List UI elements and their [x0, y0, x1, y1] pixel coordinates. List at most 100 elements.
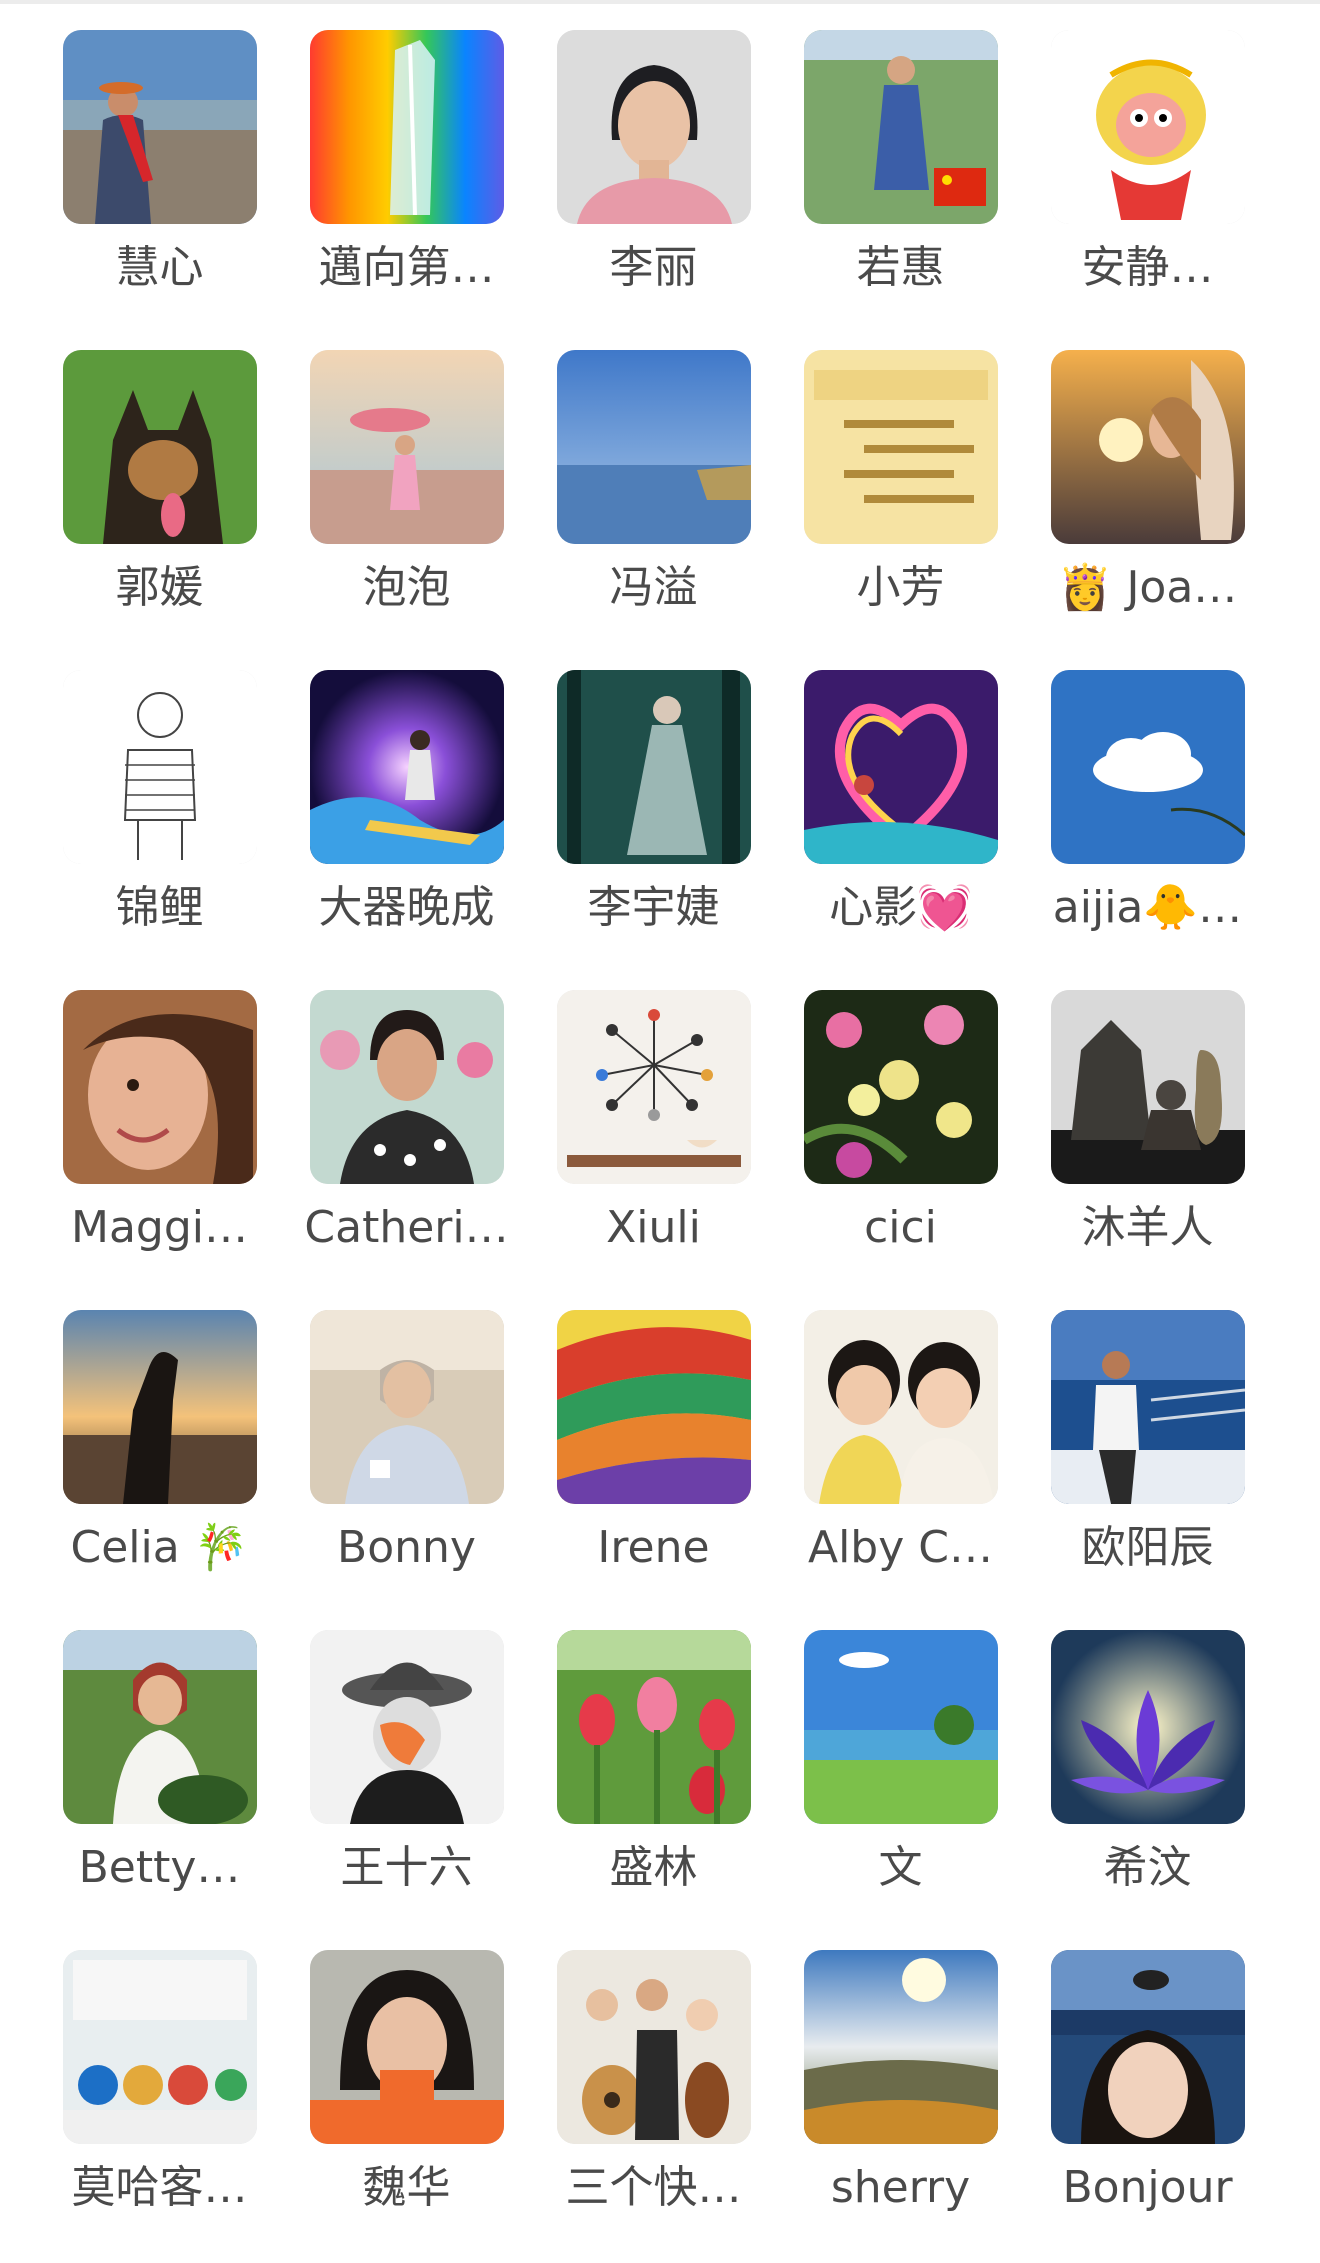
woman-at-lakeshore-photo-avatar[interactable] [62, 30, 257, 224]
member-item[interactable]: Irene [530, 1310, 777, 1630]
member-item[interactable]: Bonny [283, 1310, 530, 1630]
member-name: Xiuli [606, 1202, 701, 1253]
group-members-screen: 慧心 邁向第… 李丽 若惠 安静… 郭媛 泡泡 冯溢 小芳 👸 Joa… 锦鲤 … [0, 0, 1320, 2263]
member-item[interactable]: 沐羊人 [1024, 990, 1271, 1310]
member-item[interactable]: 希汶 [1024, 1630, 1271, 1950]
member-item[interactable]: 欧阳辰 [1024, 1310, 1271, 1630]
member-name: 盛林 [609, 1842, 698, 1893]
member-name: 心影💓 [829, 882, 972, 933]
woman-beach-photo-avatar[interactable] [1050, 1950, 1245, 2144]
dog-silhouette-sunset-avatar[interactable] [62, 1310, 257, 1504]
member-name: 希汶 [1103, 1842, 1192, 1893]
member-name: 王十六 [340, 1842, 473, 1893]
member-item[interactable]: aijia🐥… [1024, 670, 1271, 990]
member-name: 三个快… [565, 2162, 742, 2213]
member-item[interactable]: 盛林 [530, 1630, 777, 1950]
member-item[interactable]: 大器晚成 [283, 670, 530, 990]
woman-in-garden-photo-avatar[interactable] [62, 1630, 257, 1824]
two-children-photo-avatar[interactable] [803, 1310, 998, 1504]
hat-figure-art-avatar[interactable] [309, 1630, 504, 1824]
gratitude-text-card-avatar[interactable] [803, 350, 998, 544]
wall-clock-photo-avatar[interactable] [556, 990, 751, 1184]
tulips-photo-avatar[interactable] [556, 1630, 751, 1824]
member-name: 泡泡 [362, 562, 451, 613]
elderly-woman-photo-avatar[interactable] [309, 1310, 504, 1504]
forest-fairy-art-avatar[interactable] [556, 670, 751, 864]
member-name: Bonjour [1062, 2162, 1233, 2213]
purple-lotus-art-avatar[interactable] [1050, 1630, 1245, 1824]
member-name: 邁向第… [318, 242, 495, 293]
german-shepherd-photo-avatar[interactable] [62, 350, 257, 544]
orchid-flowers-photo-avatar[interactable] [803, 990, 998, 1184]
member-item[interactable]: Maggi… [36, 990, 283, 1310]
member-item[interactable]: 郭媛 [36, 350, 283, 670]
member-name: 安静… [1081, 242, 1214, 293]
member-item[interactable]: 若惠 [777, 30, 1024, 350]
top-divider [0, 0, 1320, 4]
member-item[interactable]: 泡泡 [283, 350, 530, 670]
member-item[interactable]: 王十六 [283, 1630, 530, 1950]
member-item[interactable]: 邁向第… [283, 30, 530, 350]
hill-sunset-photo-avatar[interactable] [803, 1950, 998, 2144]
member-item[interactable]: 莫哈客… [36, 1950, 283, 2263]
member-name: 莫哈客… [71, 2162, 248, 2213]
member-item[interactable]: 三个快… [530, 1950, 777, 2263]
woman-portrait-photo-avatar[interactable] [556, 30, 751, 224]
member-name: 慧心 [115, 242, 204, 293]
member-item[interactable]: Catheri… [283, 990, 530, 1310]
member-name: 文 [878, 1842, 923, 1893]
member-name: 锦鲤 [115, 882, 204, 933]
member-item[interactable]: 李丽 [530, 30, 777, 350]
member-name: 魏华 [362, 2162, 451, 2213]
member-name: 若惠 [856, 242, 945, 293]
woman-selfie-badge-avatar[interactable] [309, 1950, 504, 2144]
member-item[interactable]: 锦鲤 [36, 670, 283, 990]
member-item[interactable]: 慧心 [36, 30, 283, 350]
colorful-fields-painting-avatar[interactable] [556, 1310, 751, 1504]
woman-in-dress-photo-avatar[interactable] [803, 30, 998, 224]
member-item[interactable]: Betty… [36, 1630, 283, 1950]
woman-with-parasol-photo-avatar[interactable] [309, 350, 504, 544]
member-name: Alby C… [807, 1522, 993, 1573]
member-name: sherry [830, 2162, 971, 2213]
member-item[interactable]: sherry [777, 1950, 1024, 2263]
member-item[interactable]: Bonjour [1024, 1950, 1271, 2263]
smiling-girl-photo-avatar[interactable] [62, 990, 257, 1184]
angel-woman-sunset-avatar[interactable] [1050, 350, 1245, 544]
member-item[interactable]: 李宇婕 [530, 670, 777, 990]
rainbow-heart-art-avatar[interactable] [803, 670, 998, 864]
member-item[interactable]: Xiuli [530, 990, 777, 1310]
member-item[interactable]: 魏华 [283, 1950, 530, 2263]
member-name: 郭媛 [115, 562, 204, 613]
glocal-infographic-avatar[interactable] [62, 1950, 257, 2144]
lake-landscape-photo-avatar[interactable] [556, 350, 751, 544]
member-item[interactable]: 安静… [1024, 30, 1271, 350]
member-name: 沐羊人 [1081, 1202, 1214, 1253]
member-item[interactable]: 心影💓 [777, 670, 1024, 990]
sketch-figure-drawing-avatar[interactable] [62, 670, 257, 864]
surfer-galaxy-art-avatar[interactable] [309, 670, 504, 864]
member-item[interactable]: 文 [777, 1630, 1024, 1950]
member-name: Maggi… [70, 1202, 248, 1253]
three-kids-instruments-avatar[interactable] [556, 1950, 751, 2144]
member-item[interactable]: 👸 Joa… [1024, 350, 1271, 670]
man-on-boat-photo-avatar[interactable] [1050, 1310, 1245, 1504]
member-name: Betty… [78, 1842, 241, 1893]
member-item[interactable]: 冯溢 [530, 350, 777, 670]
member-name: cici [864, 1202, 937, 1253]
member-item[interactable]: Celia 🎋 [36, 1310, 283, 1630]
stone-sculpture-photo-avatar[interactable] [1050, 990, 1245, 1184]
member-item[interactable]: cici [777, 990, 1024, 1310]
green-meadow-lake-avatar[interactable] [803, 1630, 998, 1824]
member-name: 李宇婕 [587, 882, 720, 933]
member-item[interactable]: 小芳 [777, 350, 1024, 670]
rainbow-crystal-photo-avatar[interactable] [309, 30, 504, 224]
member-name: Catheri… [304, 1202, 509, 1253]
member-name: Celia 🎋 [70, 1522, 249, 1573]
cloud-sky-photo-avatar[interactable] [1050, 670, 1245, 864]
member-item[interactable]: Alby C… [777, 1310, 1024, 1630]
woman-with-flowers-photo-avatar[interactable] [309, 990, 504, 1184]
monkey-king-cartoon-avatar[interactable] [1050, 30, 1245, 224]
member-name: 李丽 [609, 242, 698, 293]
member-name: aijia🐥… [1052, 882, 1243, 933]
